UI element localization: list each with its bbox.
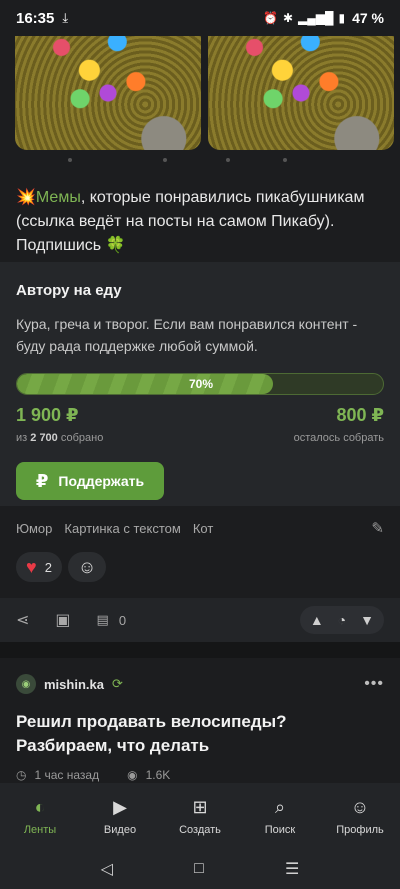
nav-search-label: Поиск — [264, 823, 296, 836]
nav-feeds[interactable]: ◐ Ленты — [2, 797, 78, 836]
boom-emoji: 💥 — [16, 189, 36, 206]
next-post-title-line1: Решил продавать велосипеды? — [16, 712, 287, 731]
upvote-icon[interactable]: ▲ — [310, 612, 324, 628]
nav-profile-label: Профиль — [336, 823, 384, 836]
add-reaction-button[interactable]: ☺ — [67, 552, 107, 582]
clover-emoji: 🍀 — [105, 237, 126, 254]
status-bar: 16:35 ⤓ ⏰ ✱ ▂▄▆█ ▮ 47 % — [0, 0, 400, 36]
signal-icon: ▂▄▆█ — [298, 11, 334, 25]
nav-video[interactable]: ▶ Видео — [82, 797, 158, 836]
goal-amount: 2 700 — [30, 432, 58, 444]
bluetooth-icon: ✱ — [282, 11, 293, 25]
profile-icon: ☺ — [350, 796, 370, 817]
post-text: 💥Мемы, которые понравились пикабушникам … — [0, 166, 400, 262]
post-images — [0, 36, 400, 166]
post-author-row: ◉ mishin.ka ⟳ ••• — [16, 658, 384, 710]
alarm-icon: ⏰ — [262, 11, 278, 25]
goal-prefix: из — [16, 432, 28, 444]
comments-button[interactable]: ▤ 0 — [97, 612, 127, 628]
reactions: ♥ 2 ☺ — [16, 552, 107, 584]
nav-video-label: Видео — [103, 823, 137, 836]
remaining-label: осталось собрать — [293, 432, 384, 444]
downvote-icon[interactable]: ▼ — [360, 612, 374, 628]
next-post-title[interactable]: Решил продавать велосипеды? Разбираем, ч… — [16, 710, 384, 758]
system-navigation-bar: ◁ □ ☰ — [0, 849, 400, 889]
remaining-amount: 800 ₽ — [336, 405, 384, 425]
like-reaction-button[interactable]: ♥ 2 — [16, 552, 62, 582]
clock-icon: ◷ — [16, 768, 27, 782]
donation-progress-bar: 70% — [16, 373, 384, 395]
image-strip-dots — [68, 158, 287, 162]
goal-suffix: собрано — [60, 432, 104, 444]
post-separator — [0, 642, 400, 658]
rating-hidden-icon: ◔ — [337, 612, 347, 628]
nav-profile[interactable]: ☺ Профиль — [322, 797, 398, 836]
nav-create-label: Создать — [179, 823, 221, 836]
post-actions-bar: ⋖ ▣ ▤ 0 ▲ ◔ ▼ — [0, 598, 400, 642]
video-icon: ▶ — [113, 796, 127, 817]
tag-picture-with-text[interactable]: Картинка с текстом — [64, 521, 180, 536]
donation-block: Автору на еду Кура, греча и творог. Если… — [0, 262, 400, 506]
more-options-icon[interactable]: ••• — [364, 675, 384, 693]
donation-subtext: из 2 700 собрано осталось собрать — [16, 432, 384, 444]
support-button[interactable]: ₽ Поддержать — [16, 462, 164, 500]
nav-feeds-label: Ленты — [23, 823, 57, 836]
tags-row: Юмор Картинка с текстом Кот ✎ — [0, 506, 400, 550]
post-views: 1.6K — [145, 768, 171, 782]
donation-title: Автору на еду — [16, 282, 122, 299]
collected-amount: 1 900 ₽ — [16, 405, 79, 425]
feeds-icon: ◐ — [34, 796, 46, 817]
save-icon[interactable]: ▣ — [55, 610, 70, 630]
home-icon[interactable]: □ — [194, 860, 204, 878]
post-time: 1 час назад — [34, 768, 100, 782]
heart-icon: ♥ — [26, 556, 37, 577]
post-image[interactable] — [208, 36, 394, 150]
author-avatar[interactable]: ◉ — [16, 674, 36, 694]
comment-icon: ▤ — [96, 612, 109, 627]
author-badge-icon: ⟳ — [111, 676, 123, 691]
status-icons: ⏰ ✱ ▂▄▆█ ▮ 47 % — [263, 10, 384, 26]
next-post-meta: ◷ 1 час назад ◉ 1.6K — [16, 768, 384, 782]
memes-link[interactable]: Мемы — [36, 189, 81, 206]
tag-humor[interactable]: Юмор — [16, 521, 52, 536]
donation-description: Кура, греча и творог. Если вам понравилс… — [16, 316, 358, 354]
nav-create[interactable]: ⊞ Создать — [162, 797, 238, 836]
search-icon: ⌕ — [274, 796, 286, 817]
recents-icon[interactable]: ☰ — [285, 859, 299, 879]
bottom-navigation: ◐ Ленты ▶ Видео ⊞ Создать ⌕ Поиск ☺ Проф… — [0, 783, 400, 849]
share-icon[interactable]: ⋖ — [16, 610, 29, 630]
comments-count: 0 — [118, 612, 127, 628]
next-post-card[interactable]: ◉ mishin.ka ⟳ ••• Решил продавать велоси… — [0, 658, 400, 783]
status-time: 16:35 — [16, 9, 55, 27]
likes-count: 2 — [44, 559, 52, 575]
progress-label: 70% — [188, 377, 214, 391]
vote-controls: ▲ ◔ ▼ — [299, 606, 384, 634]
tag-cat[interactable]: Кот — [193, 521, 213, 536]
battery-icon: ▮ — [338, 11, 346, 25]
back-icon[interactable]: ◁ — [101, 859, 113, 879]
ruble-icon: ₽ — [35, 470, 49, 491]
next-post-title-line2: Разбираем, что делать — [16, 736, 210, 755]
post-image[interactable] — [15, 36, 201, 150]
nav-search[interactable]: ⌕ Поиск — [242, 797, 318, 836]
goal-text: из 2 700 собрано — [16, 432, 103, 444]
donation-amounts: 1 900 ₽ 800 ₽ — [16, 405, 384, 426]
download-icon: ⤓ — [62, 10, 69, 25]
author-name[interactable]: mishin.ka — [44, 677, 104, 692]
battery-level: 47 % — [352, 10, 384, 26]
edit-tags-icon[interactable]: ✎ — [371, 519, 384, 537]
views-icon: ◉ — [127, 768, 138, 782]
add-reaction-icon: ☺ — [77, 556, 97, 577]
create-icon: ⊞ — [192, 796, 208, 817]
support-button-label: Поддержать — [58, 473, 145, 489]
